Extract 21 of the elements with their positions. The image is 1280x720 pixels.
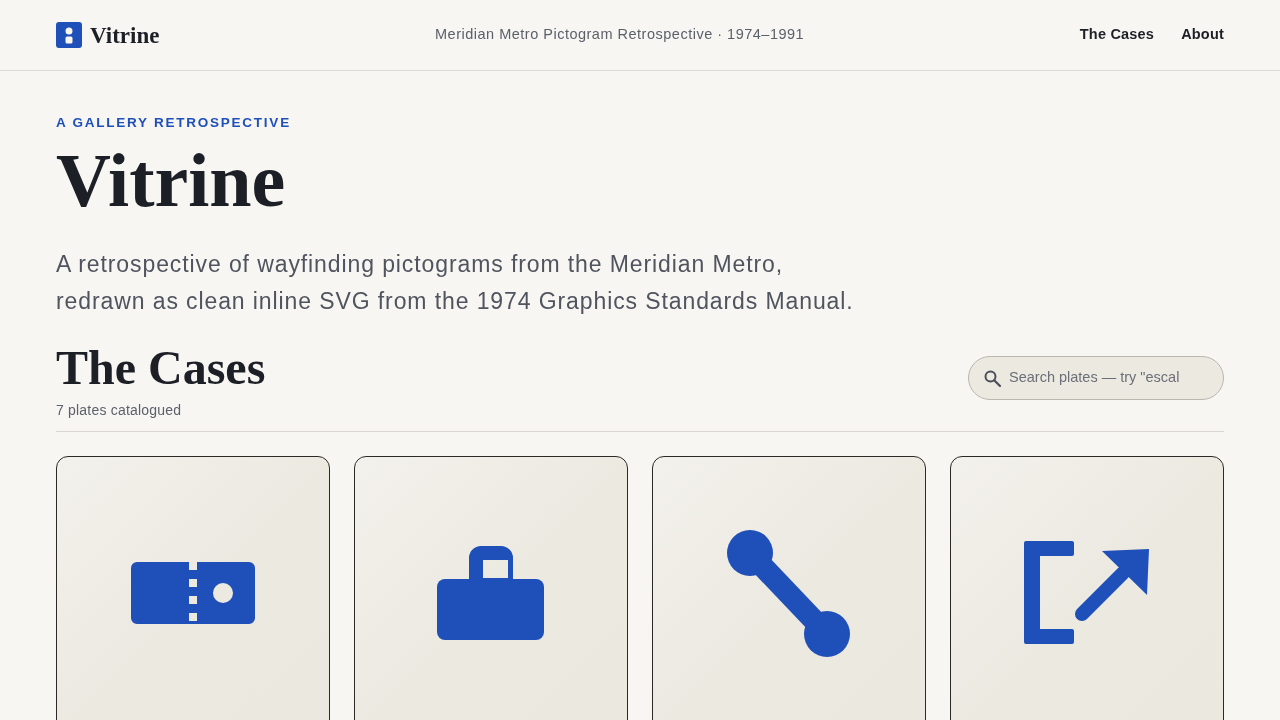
ticket-icon [131, 562, 255, 625]
intro-paragraph: A retrospective of wayfinding pictograms from the Meridian Metro, redrawn as clean inline SVG from the 1974 Graphics Standards Manual. [56, 250, 855, 317]
nav-link[interactable]: About [1181, 24, 1224, 46]
section-heading: The Cases [56, 344, 266, 393]
linked-dots-icon [727, 529, 851, 657]
search-field[interactable]: Search plates — try "escal [968, 356, 1224, 401]
eyebrow-label: A GALLERY RETROSPECTIVE [56, 115, 292, 132]
nav-link[interactable]: The Cases [1079, 24, 1155, 46]
briefcase-icon [437, 545, 545, 641]
plate-count: 7 plates catalogued [56, 401, 183, 421]
plate-card[interactable] [950, 456, 1224, 720]
plate-card[interactable] [354, 456, 628, 720]
search-input[interactable]: Search plates — try "escal [1009, 367, 1211, 390]
exit-arrow-icon [1024, 541, 1150, 646]
plate-card[interactable] [652, 456, 926, 720]
plate-card[interactable] [56, 456, 330, 720]
search-icon [984, 369, 1001, 387]
page-title: Vitrine [56, 142, 287, 219]
site-subtitle: Meridian Metro Pictogram Retrospective · 1974–1991 [435, 25, 805, 45]
brand-name[interactable]: Vitrine [90, 23, 160, 47]
logo-icon [56, 22, 82, 48]
